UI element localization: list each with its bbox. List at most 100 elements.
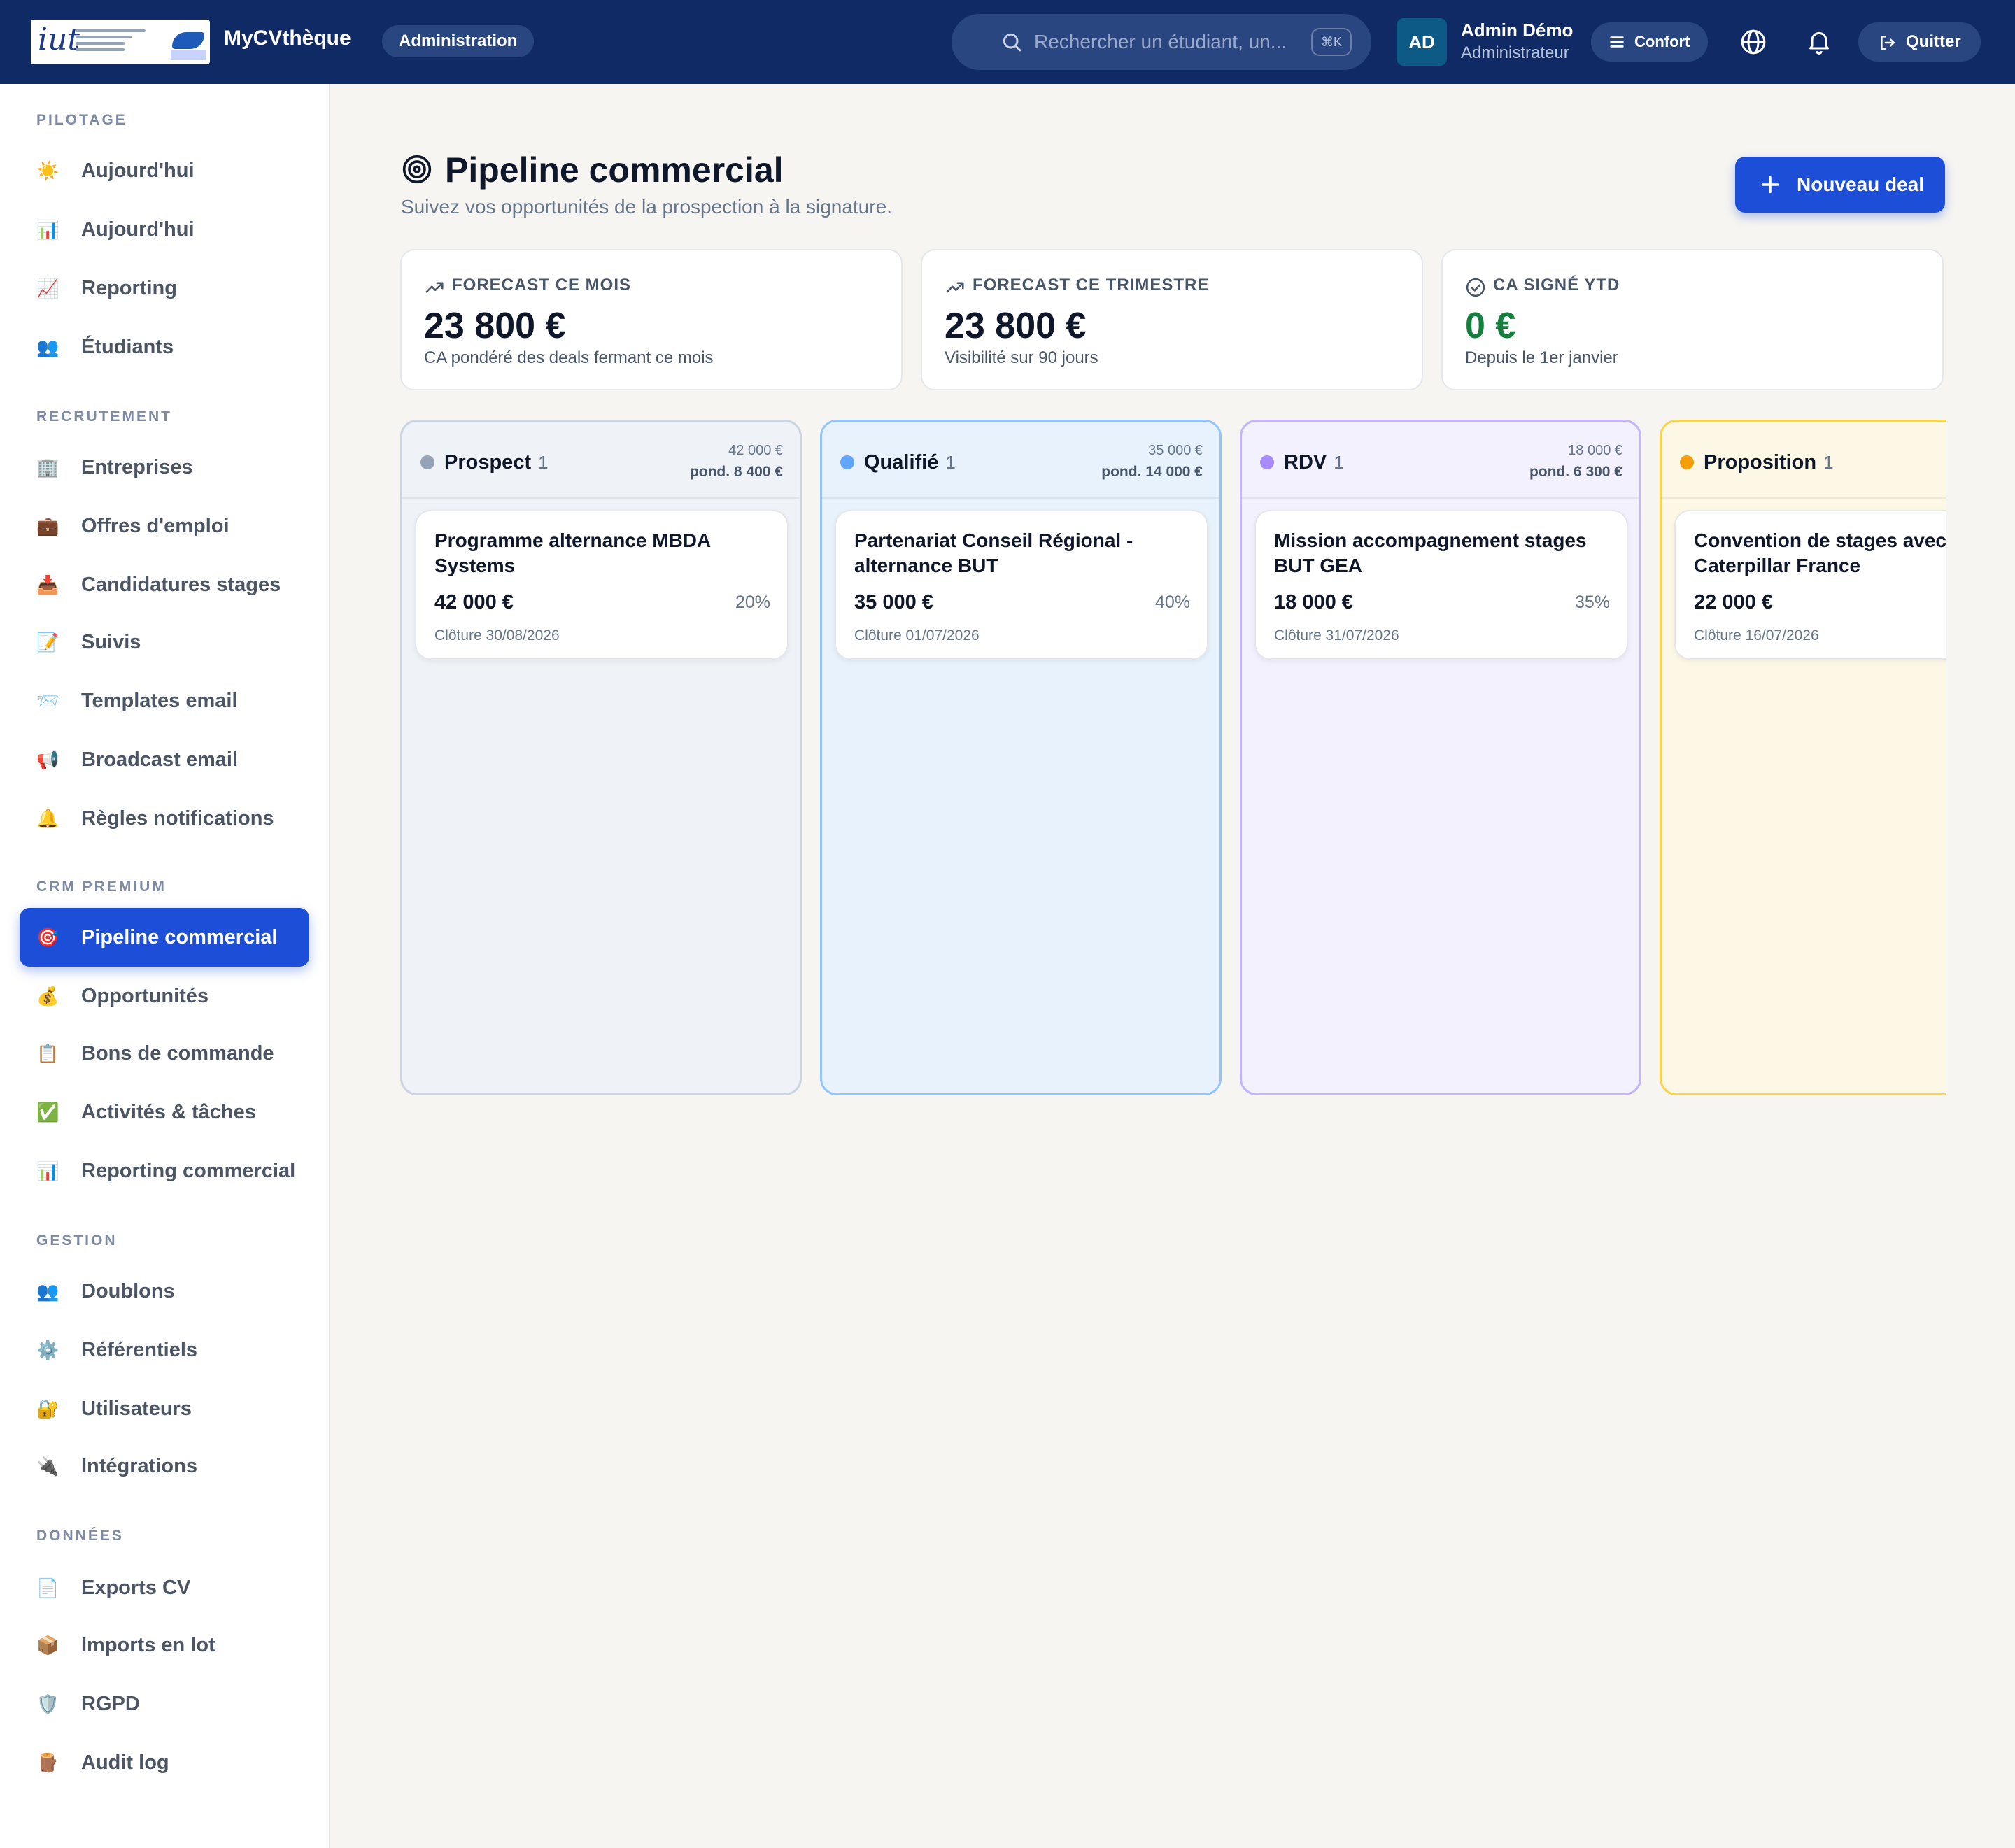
stage-dot [840,455,854,469]
deal-close-date: Clôture 30/08/2026 [434,627,560,644]
kpi-description: Visibilité sur 90 jours [945,348,1098,367]
bar-chart-icon: 📊 [36,1160,59,1181]
sidebar-item-internship-applications[interactable]: 📥 Candidatures stages [20,555,309,614]
sidebar-item-cv-exports[interactable]: 📄 Exports CV [20,1558,309,1617]
people-icon: 👥 [36,1281,59,1302]
university-logo-mark [172,32,204,49]
pipeline-column-prospect: Prospect 1 42 000 € pond. 8 400 € Program… [400,420,802,1095]
menu-lines-icon [1610,36,1624,48]
sidebar-item-duplicates[interactable]: 👥 Doublons [20,1262,309,1321]
sidebar-item-label: Référentiels [81,1339,198,1361]
deal-probability: 40% [1154,592,1190,612]
search-icon [1003,33,1021,52]
sidebar-item-email-templates[interactable]: 📨 Templates email [20,671,309,730]
sidebar-section-title: DONNÉES [36,1528,124,1544]
money-bag-icon: 💰 [36,986,59,1007]
inbox-icon: 📥 [36,574,59,595]
sidebar-item-label: Utilisateurs [81,1398,192,1420]
sidebar-item-follow-ups[interactable]: 📝 Suivis [20,613,309,671]
column-header: Prospect 1 42 000 € pond. 8 400 € [402,422,800,499]
stage-dot [1260,455,1274,469]
pipeline-board: Prospect 1 42 000 € pond. 8 400 € Program… [400,418,1946,1098]
iut-logo[interactable]: iut [31,20,210,64]
deal-close-date: Clôture 31/07/2026 [1274,627,1399,644]
global-search[interactable]: Rechercher un étudiant, un... ⌘K [952,14,1371,70]
column-name: Proposition [1704,451,1817,474]
column-weighted-total: pond. 8 400 € [689,464,783,480]
quit-button[interactable]: Quitter [1858,22,1981,62]
column-total: 18 000 € [1568,443,1622,458]
avatar[interactable]: AD [1397,18,1447,66]
sidebar-item-activities-tasks[interactable]: ✅ Activités & tâches [20,1083,309,1142]
deal-card[interactable]: Partenariat Conseil Régional - alternanc… [835,510,1208,660]
sidebar-section-title: GESTION [36,1232,118,1249]
sidebar-item-sales-reporting[interactable]: 📊 Reporting commercial [20,1142,309,1200]
sidebar-item-label: Opportunités [81,985,209,1007]
sidebar-item-integrations[interactable]: 🔌 Intégrations [20,1437,309,1495]
deal-probability: 20% [735,592,770,612]
envelope-icon: 📨 [36,690,59,711]
deal-title: Mission accompagnement stages BUT GEA [1274,529,1587,576]
sidebar-item-opportunities[interactable]: 💰 Opportunités [20,967,309,1025]
user-name: Admin Démo [1461,20,1574,41]
check-circle-icon [1466,278,1485,297]
column-weighted-total: pond. 14 000 € [1101,464,1203,480]
app-name[interactable]: MyCVthèque [224,27,351,50]
sidebar-item-audit-log[interactable]: 🪵 Audit log [20,1733,309,1792]
kpi-label: CA SIGNÉ YTD [1493,276,1620,294]
bell-icon[interactable] [1805,27,1833,56]
deal-title: Programme alternance MBDA Systems [434,529,711,576]
deal-card[interactable]: Programme alternance MBDA Systems 42 000… [415,510,789,660]
sidebar-item-sales-pipeline[interactable]: 🎯 Pipeline commercial [20,908,309,967]
sidebar-item-bulk-imports[interactable]: 📦 Imports en lot [20,1616,309,1675]
trend-up-icon [425,282,444,293]
sidebar-item-reference-data[interactable]: ⚙️ Référentiels [20,1321,309,1379]
sidebar-item-label: Bons de commande [81,1042,274,1065]
kpi-value: 23 800 € [945,306,1087,346]
sidebar-item-label: Activités & tâches [81,1101,256,1123]
sidebar-item-label: Entreprises [81,456,193,478]
sidebar-item-reporting[interactable]: 📈 Reporting [20,259,309,318]
new-deal-button[interactable]: Nouveau deal [1735,157,1945,213]
deal-card[interactable]: Convention de stages avec Caterpillar Fr… [1674,510,1946,660]
sidebar-item-users[interactable]: 🔐 Utilisateurs [20,1379,309,1438]
log-icon: 🪵 [36,1752,59,1773]
sidebar-item-job-offers[interactable]: 💼 Offres d'emploi [20,497,309,555]
column-weighted-total: pond. 6 300 € [1529,464,1622,480]
user-role: Administrateur [1461,43,1569,62]
deal-amount: 22 000 € [1694,591,1773,613]
people-icon: 👥 [36,336,59,357]
kpi-label: FORECAST CE MOIS [452,276,632,294]
deal-card[interactable]: Mission accompagnement stages BUT GEA 18… [1254,510,1628,660]
sidebar-section-title: CRM PREMIUM [36,879,167,895]
sidebar-item-today-dashboard[interactable]: 📊 Aujourd'hui [20,200,309,259]
column-count: 1 [945,452,956,473]
page-subtitle: Suivez vos opportunités de la prospectio… [401,196,892,218]
sidebar-item-broadcast-email[interactable]: 📢 Broadcast email [20,730,309,789]
deal-close-date: Clôture 16/07/2026 [1694,627,1819,644]
shield-icon: 🛡️ [36,1693,59,1714]
column-header: RDV 1 18 000 € pond. 6 300 € [1242,422,1639,499]
bell-emoji-icon: 🔔 [36,808,59,829]
sidebar-item-label: Templates email [81,690,238,712]
sidebar-item-purchase-orders[interactable]: 📋 Bons de commande [20,1024,309,1083]
sidebar-item-label: RGPD [81,1693,140,1715]
kpi-card-forecast-month: FORECAST CE MOIS 23 800 € CA pondéré des… [400,249,903,390]
sidebar-item-notification-rules[interactable]: 🔔 Règles notifications [20,789,309,848]
sidebar-item-gdpr[interactable]: 🛡️ RGPD [20,1675,309,1733]
deal-amount: 18 000 € [1274,591,1353,613]
pipeline-column-qualified: Qualifié 1 35 000 € pond. 14 000 € Parten… [820,420,1222,1095]
sidebar-item-label: Pipeline commercial [81,926,278,948]
sidebar-item-companies[interactable]: 🏢 Entreprises [20,438,309,497]
briefcase-icon: 💼 [36,516,59,536]
sidebar-item-students[interactable]: 👥 Étudiants [20,318,309,376]
bar-chart-icon: 📊 [36,219,59,240]
sidebar-item-label: Étudiants [81,336,174,358]
search-placeholder[interactable]: Rechercher un étudiant, un... [1034,31,1287,53]
sun-icon: ☀️ [36,160,59,181]
sidebar-section-title: RECRUTEMENT [36,408,172,425]
column-title: Prospect 1 [444,450,549,475]
sidebar-item-today[interactable]: ☀️ Aujourd'hui [20,141,309,200]
density-toggle-button[interactable]: Confort [1591,22,1709,62]
globe-icon[interactable] [1739,28,1767,56]
